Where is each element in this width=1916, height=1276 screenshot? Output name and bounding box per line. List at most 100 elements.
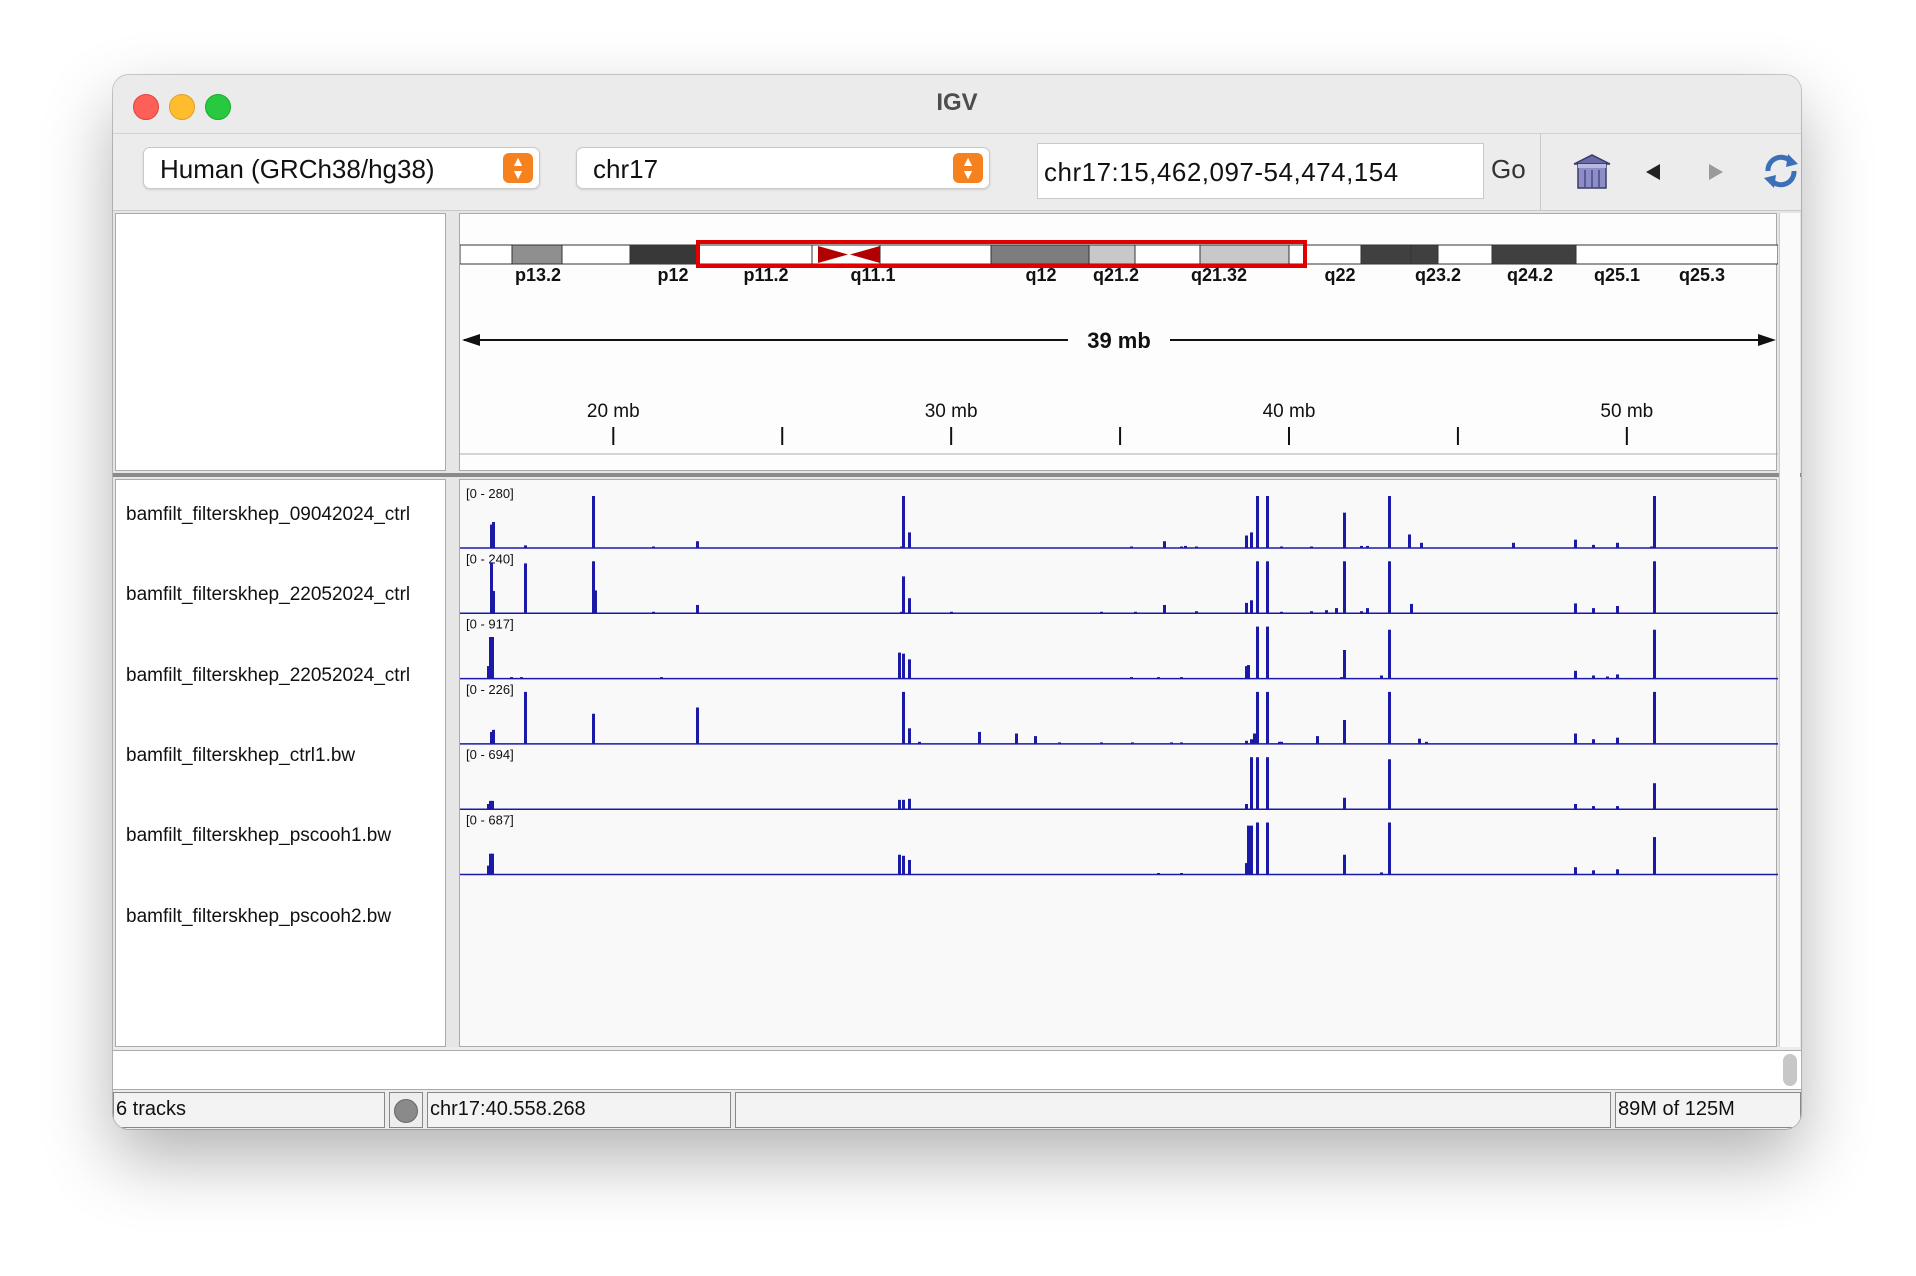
stop-button[interactable] [389, 1092, 423, 1128]
track-name[interactable]: bamfilt_filterskhep_ctrl1.bw [126, 745, 444, 767]
igv-window: IGV Human (GRCh38/hg38) ▲ ▼ chr17 ▲ ▼ chr1… [113, 75, 1801, 1129]
signal-bar [1574, 804, 1577, 810]
panel-divider[interactable] [113, 473, 1801, 477]
signal-bar [908, 659, 911, 679]
signal-track: [0 - 687] [460, 813, 1778, 876]
signal-bar [592, 713, 595, 744]
signal-bar [1653, 496, 1656, 548]
signal-bar [1574, 733, 1577, 744]
band-label: q23.2 [1415, 265, 1461, 285]
signal-bar [696, 541, 699, 548]
band-label: q12 [1025, 265, 1056, 285]
signal-bar [1380, 675, 1383, 679]
signal-bar [1592, 739, 1595, 744]
ideogram-band [1134, 244, 1201, 265]
band-label: p11.2 [743, 265, 788, 285]
signal-bar [1130, 677, 1133, 679]
signal-bar [1653, 837, 1656, 875]
chromosome-select[interactable]: chr17 ▲ ▼ [576, 147, 990, 189]
track-name[interactable]: bamfilt_filterskhep_pscooh2.bw [126, 906, 444, 928]
signal-bar [491, 637, 494, 679]
ideogram-band [697, 244, 813, 265]
signal-bar [696, 707, 699, 744]
signal-bar [1180, 546, 1183, 548]
signal-bar [1195, 546, 1198, 548]
signal-bar [1180, 873, 1183, 875]
back-icon[interactable] [1643, 162, 1663, 182]
signal-bar [1592, 544, 1595, 548]
signal-bar [1325, 610, 1328, 614]
scrollbar-thumb[interactable] [1783, 1054, 1797, 1086]
signal-bar [491, 800, 494, 810]
signal-bar [1410, 603, 1413, 614]
home-icon[interactable] [1570, 152, 1614, 192]
track-name[interactable]: bamfilt_filterskhep_pscooh1.bw [126, 825, 444, 847]
signal-bar [1266, 561, 1269, 614]
ideogram-band [990, 244, 1090, 265]
signal-bar [1388, 822, 1391, 875]
track-graphics: [0 - 280] [0 - 240] [0 - 917] [0 - 226] [0 -… [460, 486, 1778, 876]
signal-bar [1266, 757, 1269, 810]
signal-bar [1408, 534, 1411, 548]
stop-icon [394, 1099, 418, 1123]
signal-bar [1592, 608, 1595, 614]
track-data-range: [0 - 226] [466, 682, 514, 697]
signal-bar [1256, 691, 1259, 744]
ideogram-band [459, 244, 513, 265]
signal-bar [1131, 742, 1134, 744]
signal-bar [1100, 742, 1103, 744]
signal-bar [520, 677, 523, 679]
signal-bar [491, 853, 494, 875]
signal-bar [1592, 870, 1595, 875]
signal-bar [1256, 757, 1259, 810]
signal-bar [1343, 797, 1346, 810]
signal-track: [0 - 917] [460, 617, 1778, 680]
signal-bar [1343, 719, 1346, 744]
go-button[interactable]: Go [1491, 154, 1526, 185]
track-name[interactable]: bamfilt_filterskhep_22052024_ctrl [126, 584, 444, 606]
feature-panel [113, 1050, 1801, 1090]
signal-bar [1606, 676, 1609, 679]
signal-bar [1340, 677, 1343, 679]
signal-bar [1250, 739, 1253, 744]
signal-bar [1266, 496, 1269, 548]
ideogram-band [629, 244, 699, 265]
signal-bar [1250, 532, 1253, 548]
signal-bar [1245, 804, 1248, 810]
signal-bar [1195, 611, 1198, 614]
toolbar: Human (GRCh38/hg38) ▲ ▼ chr17 ▲ ▼ chr17:15… [113, 134, 1801, 211]
signal-track: [0 - 226] [460, 682, 1778, 745]
signal-bar [1360, 611, 1363, 614]
signal-bar [1180, 742, 1183, 744]
band-label: q21.2 [1093, 265, 1139, 285]
signal-bar [1343, 561, 1346, 614]
signal-bar [908, 798, 911, 810]
cursor-position: chr17:40.558.268 [427, 1092, 731, 1128]
track-name[interactable]: bamfilt_filterskhep_22052024_ctrl [126, 665, 444, 687]
signal-bar [1184, 545, 1187, 548]
signal-bar [1250, 757, 1253, 810]
data-panel: [0 - 280] [0 - 240] [0 - 917] [0 - 226] [0 -… [459, 479, 1778, 1047]
signal-bar [1616, 542, 1619, 548]
genome-value: Human (GRCh38/hg38) [160, 154, 435, 184]
refresh-icon[interactable] [1758, 148, 1801, 194]
forward-icon[interactable] [1706, 162, 1726, 182]
locus-input[interactable]: chr17:15,462,097-54,474,154 [1037, 143, 1484, 199]
signal-bar [510, 677, 513, 679]
signal-bar [1316, 736, 1319, 744]
signal-bar [1100, 611, 1103, 614]
signal-bar [1245, 740, 1248, 744]
band-label: p12 [657, 265, 688, 285]
ideogram-band [1437, 244, 1493, 265]
ideogram-band [1199, 244, 1290, 265]
signal-bar [1130, 546, 1133, 548]
ruler-tick-label: 40 mb [1263, 401, 1316, 422]
genome-select[interactable]: Human (GRCh38/hg38) ▲ ▼ [143, 147, 540, 189]
vertical-scrollbar[interactable] [1779, 213, 1800, 1047]
track-name[interactable]: bamfilt_filterskhep_09042024_ctrl [126, 504, 444, 526]
signal-bar [652, 611, 655, 614]
signal-bar [1245, 602, 1248, 614]
signal-bar [524, 545, 527, 548]
ruler-tick-label: 20 mb [587, 401, 640, 422]
track-data-range: [0 - 687] [466, 813, 514, 828]
